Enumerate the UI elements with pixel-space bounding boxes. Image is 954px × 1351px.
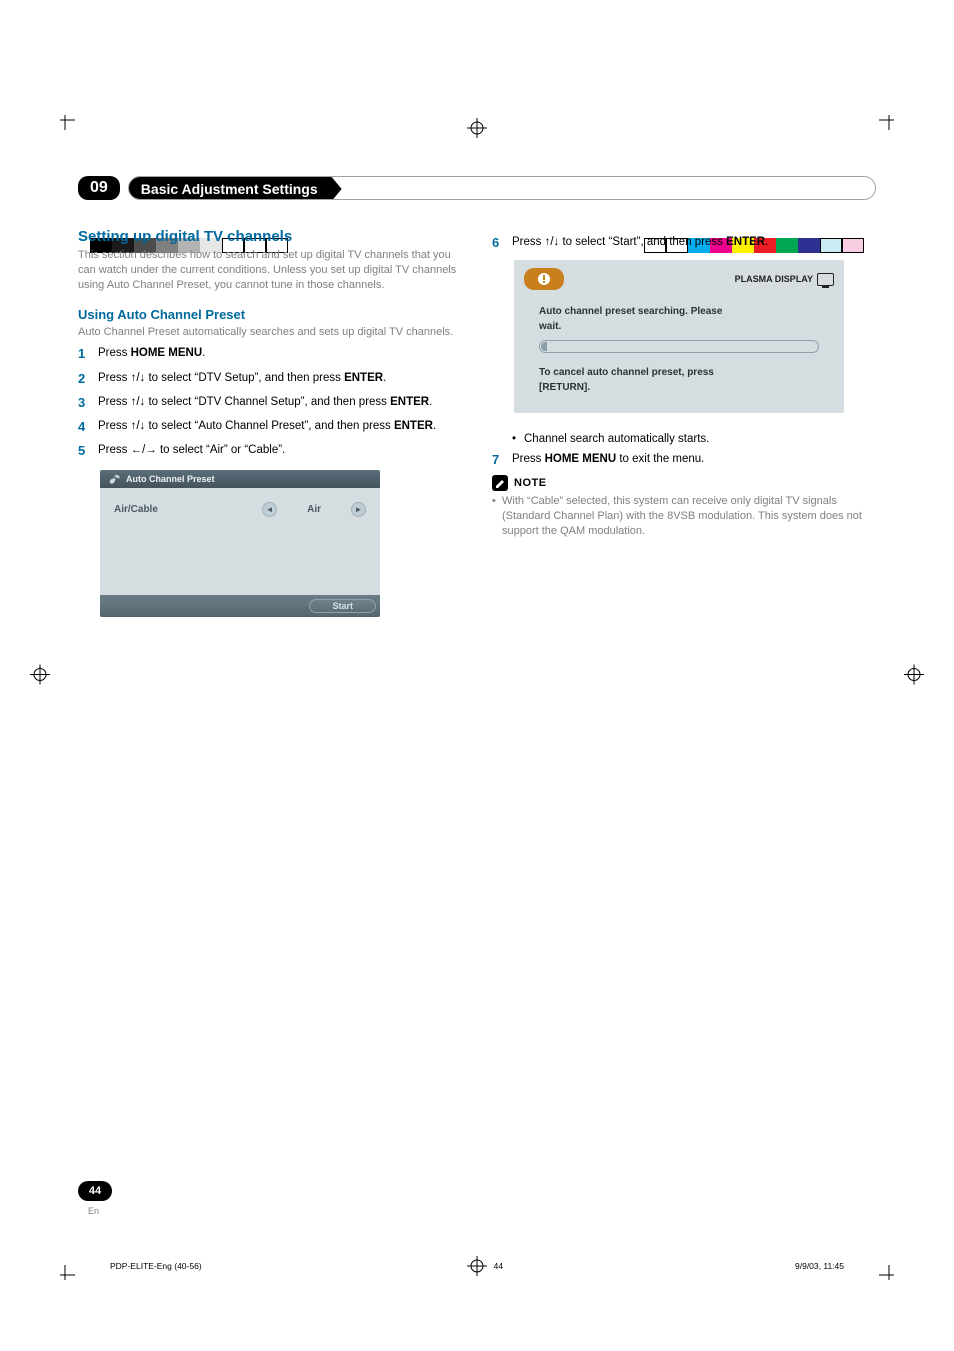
chapter-title-bar: Basic Adjustment Settings <box>128 176 876 200</box>
step-bold: HOME MENU <box>131 347 203 359</box>
dialog-line: Auto channel preset searching. Please <box>539 304 819 319</box>
side-reg-left <box>30 664 50 687</box>
footer-right: 9/9/03, 11:45 <box>795 1261 844 1271</box>
note-block: NOTE • With “Cable” selected, this syste… <box>492 475 876 539</box>
step-text: Press <box>98 347 131 359</box>
row-value: Air <box>277 504 351 515</box>
crop-mark-tr <box>870 115 894 142</box>
chapter-number-pill: 09 <box>78 176 120 200</box>
right-arrow-icon[interactable]: ► <box>351 502 366 517</box>
step-6-bullet: • Channel search automatically starts. <box>512 431 876 447</box>
subsection-heading: Using Auto Channel Preset <box>78 307 462 322</box>
side-reg-right <box>904 664 924 687</box>
bullet-text: Channel search automatically starts. <box>524 431 709 447</box>
note-text: With “Cable” selected, this system can r… <box>502 494 876 539</box>
dialog-line: [RETURN]. <box>539 380 819 395</box>
bullet-icon: • <box>512 431 524 447</box>
step-text: Press ↑/↓ to select “Start”, and then pr… <box>512 236 726 248</box>
note-label: NOTE <box>514 477 547 489</box>
page-number: 44 <box>78 1181 112 1201</box>
crop-mark-bl <box>60 1256 84 1283</box>
step-text: Press ↑/↓ to select “Auto Channel Preset… <box>98 420 394 432</box>
step-number: 3 <box>78 394 98 412</box>
dialog-line: wait. <box>539 319 819 334</box>
right-column: 6 Press ↑/↓ to select “Start”, and then … <box>492 228 876 627</box>
warning-icon <box>524 268 564 290</box>
start-button[interactable]: Start <box>309 599 376 613</box>
search-dialog: PLASMA DISPLAY Auto channel preset searc… <box>514 260 844 413</box>
step-text: Press ↑/↓ to select “DTV Setup”, and the… <box>98 372 344 384</box>
footer-mid: 44 <box>494 1261 503 1271</box>
chapter-title: Basic Adjustment Settings <box>129 177 342 200</box>
step-bold: HOME MENU <box>545 453 617 465</box>
step-text-post: to exit the menu. <box>616 453 704 465</box>
satellite-icon <box>108 473 121 485</box>
step-5: 5 Press ←/→ to select “Air” or “Cable”. <box>78 442 462 460</box>
dialog-line: To cancel auto channel preset, press <box>539 365 819 380</box>
step-text: Press ↑/↓ to select “DTV Channel Setup”,… <box>98 396 390 408</box>
left-arrow-icon[interactable]: ◄ <box>262 502 277 517</box>
step-3: 3 Press ↑/↓ to select “DTV Channel Setup… <box>78 394 462 412</box>
subsection-intro: Auto Channel Preset automatically search… <box>78 325 462 340</box>
registration-mark-bottom-icon <box>467 1256 487 1279</box>
step-2: 2 Press ↑/↓ to select “DTV Setup”, and t… <box>78 370 462 388</box>
step-6: 6 Press ↑/↓ to select “Start”, and then … <box>492 234 876 252</box>
left-column: Setting up digital TV channels This sect… <box>78 228 462 627</box>
row-label: Air/Cable <box>114 504 158 515</box>
registration-mark-icon <box>467 118 487 138</box>
step-bold: ENTER <box>390 396 429 408</box>
progress-bar <box>539 340 819 353</box>
step-number: 6 <box>492 234 512 252</box>
step-text-post: . <box>383 372 386 384</box>
brand-text: PLASMA DISPLAY <box>735 274 813 284</box>
step-number: 1 <box>78 345 98 363</box>
step-number: 7 <box>492 451 512 469</box>
step-text-post: . <box>202 347 205 359</box>
page-lang: En <box>88 1206 99 1216</box>
auto-channel-preset-panel: Auto Channel Preset Air/Cable ◄ Air ► St… <box>100 470 380 617</box>
step-bold: ENTER <box>344 372 383 384</box>
step-text: Press <box>512 453 545 465</box>
bullet-icon: • <box>492 494 502 539</box>
section-intro: This section describes how to search and… <box>78 248 462 293</box>
step-bold: ENTER <box>726 236 765 248</box>
step-text-post: . <box>765 236 768 248</box>
panel-header: Auto Channel Preset <box>100 470 380 488</box>
section-heading: Setting up digital TV channels <box>78 228 462 245</box>
step-text-post: . <box>433 420 436 432</box>
crop-mark-tl <box>60 115 84 142</box>
step-4: 4 Press ↑/↓ to select “Auto Channel Pres… <box>78 418 462 436</box>
chapter-header: 09 Basic Adjustment Settings <box>78 176 876 200</box>
crop-mark-br <box>870 1256 894 1283</box>
panel-title: Auto Channel Preset <box>126 474 215 484</box>
step-bold: ENTER <box>394 420 433 432</box>
tv-icon <box>817 273 834 286</box>
step-number: 5 <box>78 442 98 460</box>
step-number: 2 <box>78 370 98 388</box>
air-cable-row: Air/Cable ◄ Air ► <box>110 500 370 519</box>
step-text: Press ←/→ to select “Air” or “Cable”. <box>98 442 462 460</box>
footer-left: PDP-ELITE-Eng (40-56) <box>110 1261 202 1271</box>
step-number: 4 <box>78 418 98 436</box>
step-1: 1 Press HOME MENU. <box>78 345 462 363</box>
plasma-display-label: PLASMA DISPLAY <box>735 273 834 286</box>
step-7: 7 Press HOME MENU to exit the menu. <box>492 451 876 469</box>
step-text-post: . <box>429 396 432 408</box>
pencil-icon <box>492 475 508 491</box>
